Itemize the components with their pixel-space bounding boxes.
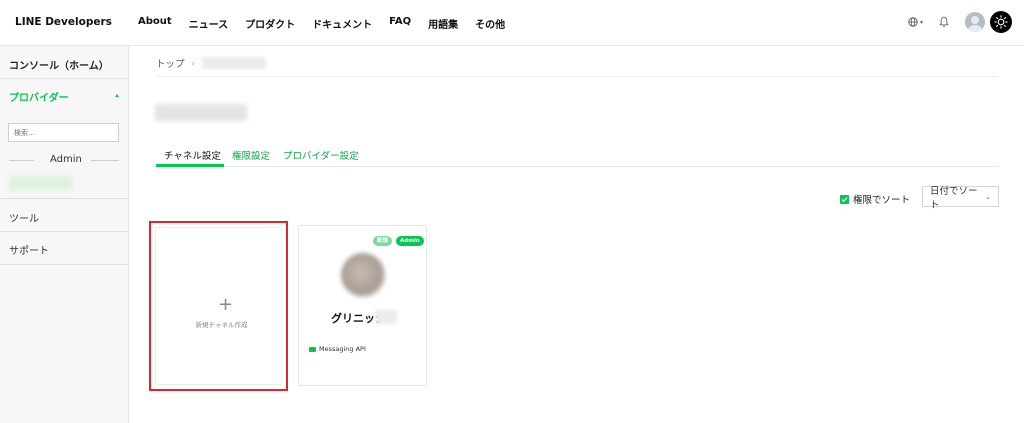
- sidebar-item-provider[interactable]: プロバイダー: [0, 79, 128, 111]
- language-switcher[interactable]: ▾: [908, 17, 923, 27]
- sidebar-item-console[interactable]: コンソール（ホーム）: [0, 46, 128, 79]
- chevron-right-icon: ›: [191, 58, 195, 68]
- breadcrumb: トップ ›: [156, 56, 266, 70]
- channel-name-redacted: [375, 310, 397, 324]
- sidebar-item-label: コンソール（ホーム）: [9, 61, 109, 72]
- breadcrumb-current-redacted: [201, 57, 266, 69]
- sidebar-item-label: ツール: [9, 214, 39, 225]
- active-tab-indicator: [156, 164, 224, 167]
- channel-type: Messaging API: [309, 345, 366, 353]
- nav-faq[interactable]: FAQ: [389, 16, 411, 31]
- divider: [156, 76, 998, 77]
- brand-logo[interactable]: LINE Developers: [15, 16, 112, 28]
- channel-card[interactable]: 新規 Admin グリニッジ Messaging API: [298, 225, 427, 386]
- sort-order-select[interactable]: 日付でソート ⌄: [922, 186, 999, 211]
- sidebar: コンソール（ホーム） プロバイダー Admin ツール サポート: [0, 46, 129, 423]
- sidebar-item-support[interactable]: サポート: [0, 232, 128, 265]
- admin-divider: Admin: [9, 154, 119, 166]
- bell-icon[interactable]: [939, 16, 949, 28]
- chevron-down-icon: ▾: [919, 18, 923, 26]
- provider-link-redacted[interactable]: [9, 176, 73, 190]
- nav-glossary[interactable]: 用語集: [428, 16, 458, 31]
- nav-news[interactable]: ニュース: [189, 16, 229, 31]
- provider-search-input[interactable]: [8, 123, 119, 142]
- admin-badge: Admin: [396, 236, 424, 246]
- messaging-api-icon: [309, 346, 316, 352]
- chevron-up-icon: [115, 94, 119, 97]
- sort-by-permission-checkbox[interactable]: 権限でソート: [840, 192, 910, 206]
- nav-others[interactable]: その他: [475, 16, 505, 31]
- new-channel-card[interactable]: + 新規チャネル作成: [149, 221, 288, 391]
- divider-line: [91, 160, 119, 161]
- divider-line: [9, 160, 34, 161]
- sidebar-item-tools[interactable]: ツール: [0, 199, 128, 232]
- user-avatar[interactable]: [965, 12, 985, 32]
- nav-products[interactable]: プロダクト: [245, 16, 295, 31]
- new-badge: 新規: [373, 236, 393, 246]
- sort-select-value: 日付でソート: [930, 185, 978, 211]
- sun-icon: [994, 15, 1008, 29]
- checkbox-checked-icon: [840, 194, 849, 204]
- sort-checkbox-label: 権限でソート: [853, 195, 911, 206]
- channel-avatar: [341, 253, 385, 297]
- channel-type-label: Messaging API: [319, 345, 366, 353]
- nav-about[interactable]: About: [138, 16, 172, 31]
- tab-channel-settings[interactable]: チャネル設定: [164, 148, 221, 162]
- header-actions: ▾: [908, 11, 1012, 33]
- chevron-down-icon: ⌄: [985, 192, 991, 201]
- top-header: LINE Developers About ニュース プロダクト ドキュメント …: [0, 0, 1024, 46]
- plus-icon: +: [218, 294, 234, 315]
- admin-label: Admin: [50, 154, 82, 165]
- sidebar-item-label: サポート: [9, 246, 49, 257]
- theme-toggle-button[interactable]: [990, 11, 1012, 33]
- new-channel-card-inner: + 新規チャネル作成: [155, 227, 282, 385]
- tab-permission-settings[interactable]: 権限設定: [232, 148, 270, 162]
- sidebar-item-label: プロバイダー: [9, 93, 69, 104]
- page-title-redacted: [155, 104, 247, 121]
- globe-icon: [908, 17, 918, 27]
- main-nav: About ニュース プロダクト ドキュメント FAQ 用語集 その他: [138, 16, 522, 31]
- breadcrumb-home[interactable]: トップ: [156, 56, 185, 70]
- tab-provider-settings[interactable]: プロバイダー設定: [283, 148, 359, 162]
- nav-documents[interactable]: ドキュメント: [312, 16, 372, 31]
- new-channel-label: 新規チャネル作成: [195, 321, 248, 329]
- tab-bar: チャネル設定 権限設定 プロバイダー設定: [156, 142, 999, 167]
